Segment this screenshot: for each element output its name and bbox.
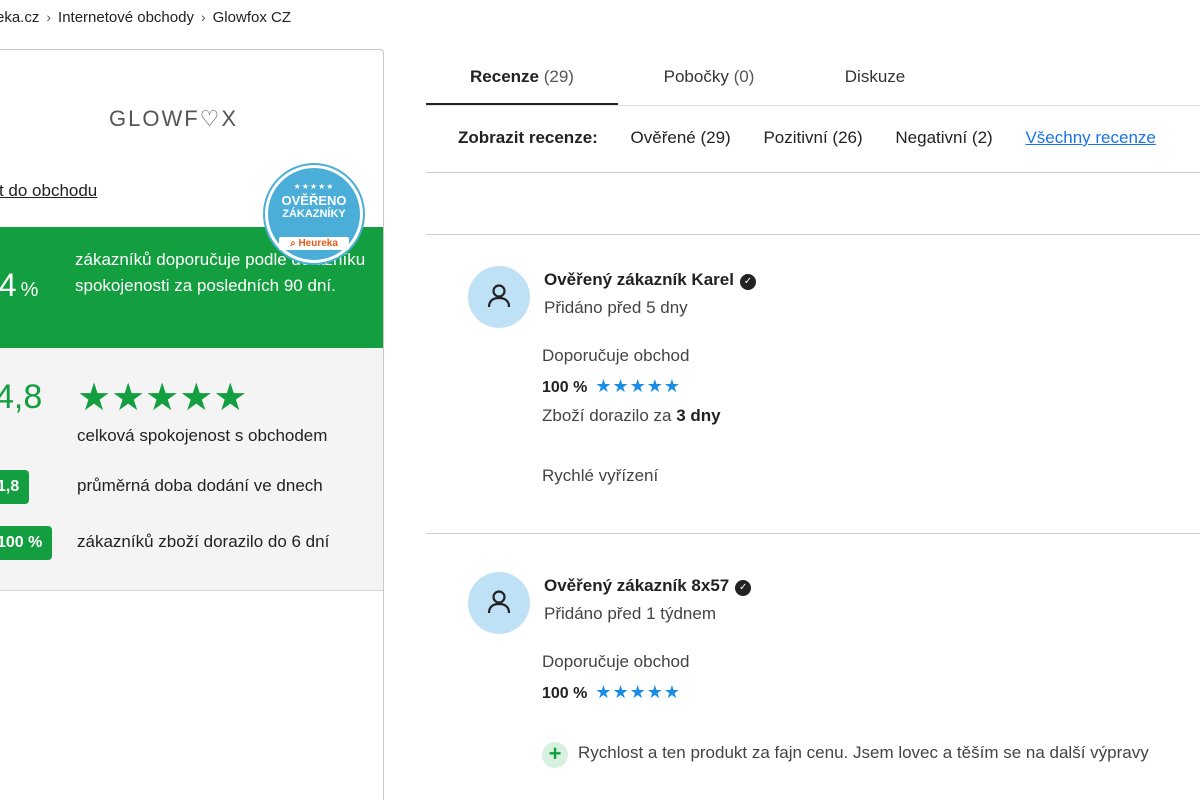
reviewer-name: Ověřený zákazník 8x57 ✓ [544,576,752,596]
breadcrumb-separator: › [46,9,52,25]
verified-check-icon: ✓ [739,274,756,290]
filter-positive[interactable]: Pozitivní (26) [763,128,862,147]
breadcrumb-item-heureka[interactable]: eka.cz [0,9,39,26]
reviewer-name: Ověřený zákazník Karel ✓ [544,270,756,290]
review-item: Ověřený zákazník 8x57 ✓ Přidáno před 1 tý… [468,572,1200,792]
filter-divider [426,172,1200,173]
verified-badge: ★★★★★ OVĚŘENO ZÁKAZNÍKY ⌕ Heureka [265,165,363,263]
user-icon [487,284,511,308]
tab-bar: Recenze (29) Pobočky (0) Diskuze [426,56,1200,106]
review-score: 100 % ★★★★★ [542,376,682,396]
breadcrumb: eka.cz › Internetové obchody › Glowfox CZ [0,9,291,26]
review-comment: Rychlé vyřízení [542,466,659,485]
review-delivery: Zboží dorazilo za 3 dny [542,406,721,425]
user-icon [487,590,511,614]
avatar [468,572,530,634]
review-recommend: Doporučuje obchod [542,346,690,365]
review-date: Přidáno před 1 týdnem [544,604,716,623]
tab-divider [426,105,1200,106]
filter-negative[interactable]: Negativní (2) [895,128,992,147]
arrived-badge: 100 % [0,526,53,560]
review-date: Přidáno před 5 dny [544,298,688,317]
section-divider [426,234,1200,235]
tab-branches[interactable]: Pobočky (0) [618,56,800,106]
breadcrumb-separator: › [200,9,206,25]
tab-discussion[interactable]: Diskuze [800,56,950,106]
rating-section: 4,8 ★★★★★ celková spokojenost s obchodem… [0,348,383,591]
avatar [468,266,530,328]
badge-stars: ★★★★★ [293,182,335,191]
filter-all-reviews[interactable]: Všechny recenze [1025,128,1155,147]
review-recommend: Doporučuje obchod [542,652,690,671]
delivery-label: průměrná doba dodání ve dnech [77,476,323,495]
review-stars: ★★★★★ [595,376,682,396]
plus-icon: + [542,742,568,768]
review-pro: + Rychlost a ten produkt za fajn cenu. Js… [542,742,1149,768]
badge-line1: OVĚŘENO [281,193,347,208]
shop-card: GLOWF♡X ejít do obchodu 94% zákazníků do… [0,49,384,800]
review-filters: Zobrazit recenze: Ověřené (29) Pozitivní… [458,128,1184,148]
filter-verified[interactable]: Ověřené (29) [631,128,731,147]
review-divider [426,533,1200,534]
verified-check-icon: ✓ [735,580,752,596]
visit-shop-link[interactable]: ejít do obchodu [0,181,97,201]
delivery-badge: 1,8 [0,470,30,504]
rating-stars: ★★★★★ [77,377,248,419]
arrived-label: zákazníků zboží dorazilo do 6 dní [77,532,330,551]
review-stars: ★★★★★ [595,682,682,702]
rating-score: 4,8 [0,378,43,416]
badge-line2: ZÁKAZNÍKY [282,208,346,220]
rating-label: celková spokojenost s obchodem [77,426,328,445]
badge-brand: ⌕ Heureka [279,237,349,250]
review-score: 100 % ★★★★★ [542,682,682,702]
breadcrumb-item-shops[interactable]: Internetové obchody [58,9,194,26]
recommend-percent: 94% [0,267,39,303]
tab-reviews[interactable]: Recenze (29) [426,56,618,106]
filter-label: Zobrazit recenze: [458,128,598,147]
review-item: Ověřený zákazník Karel ✓ Přidáno před 5 d… [468,266,1200,506]
breadcrumb-item-current: Glowfox CZ [212,9,291,26]
shop-logo: GLOWF♡X [109,106,239,131]
